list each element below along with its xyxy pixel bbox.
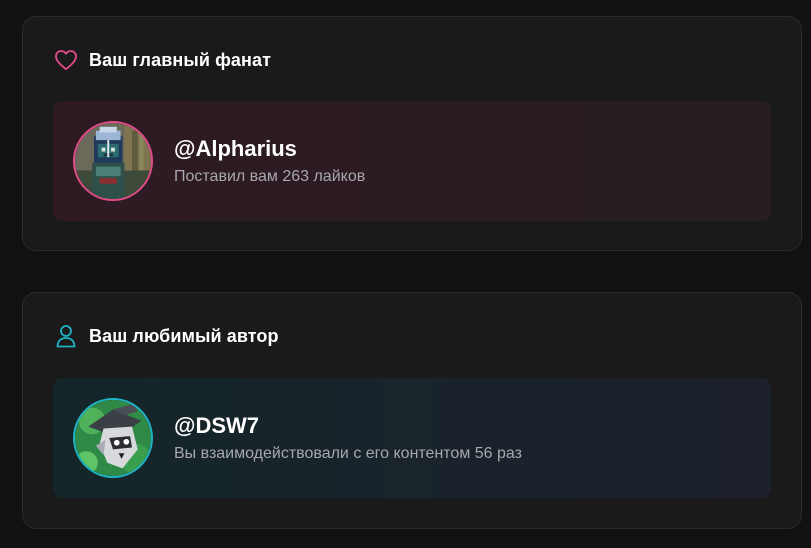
avatar[interactable] <box>73 398 153 478</box>
avatar[interactable] <box>73 121 153 201</box>
top-fan-card: Ваш главный фанат @Alpharius Поставил ва… <box>22 16 802 251</box>
username[interactable]: @DSW7 <box>174 412 522 440</box>
top-fan-profile[interactable]: @Alpharius Поставил вам 263 лайков <box>53 101 771 221</box>
heart-icon <box>53 47 79 73</box>
top-fan-info: @Alpharius Поставил вам 263 лайков <box>174 135 365 187</box>
favorite-author-header: Ваш любимый автор <box>53 323 279 349</box>
avatar-image-alpharius <box>75 123 151 199</box>
username[interactable]: @Alpharius <box>174 135 365 163</box>
interaction-count-text: Вы взаимодействовали с его контентом 56 … <box>174 445 522 462</box>
favorite-author-profile[interactable]: @DSW7 Вы взаимодействовали с его контент… <box>53 378 771 498</box>
avatar-image-dsw7 <box>75 400 151 476</box>
top-fan-header: Ваш главный фанат <box>53 47 271 73</box>
like-count-text: Поставил вам 263 лайков <box>174 168 366 185</box>
top-fan-title: Ваш главный фанат <box>89 49 272 70</box>
favorite-author-card: Ваш любимый автор @DSW7 Вы взаимодейство… <box>22 292 802 529</box>
favorite-author-info: @DSW7 Вы взаимодействовали с его контент… <box>174 412 522 464</box>
stats-page: Ваш главный фанат @Alpharius Поставил ва… <box>0 0 811 548</box>
favorite-author-title: Ваш любимый автор <box>89 325 279 346</box>
user-icon <box>53 323 79 349</box>
